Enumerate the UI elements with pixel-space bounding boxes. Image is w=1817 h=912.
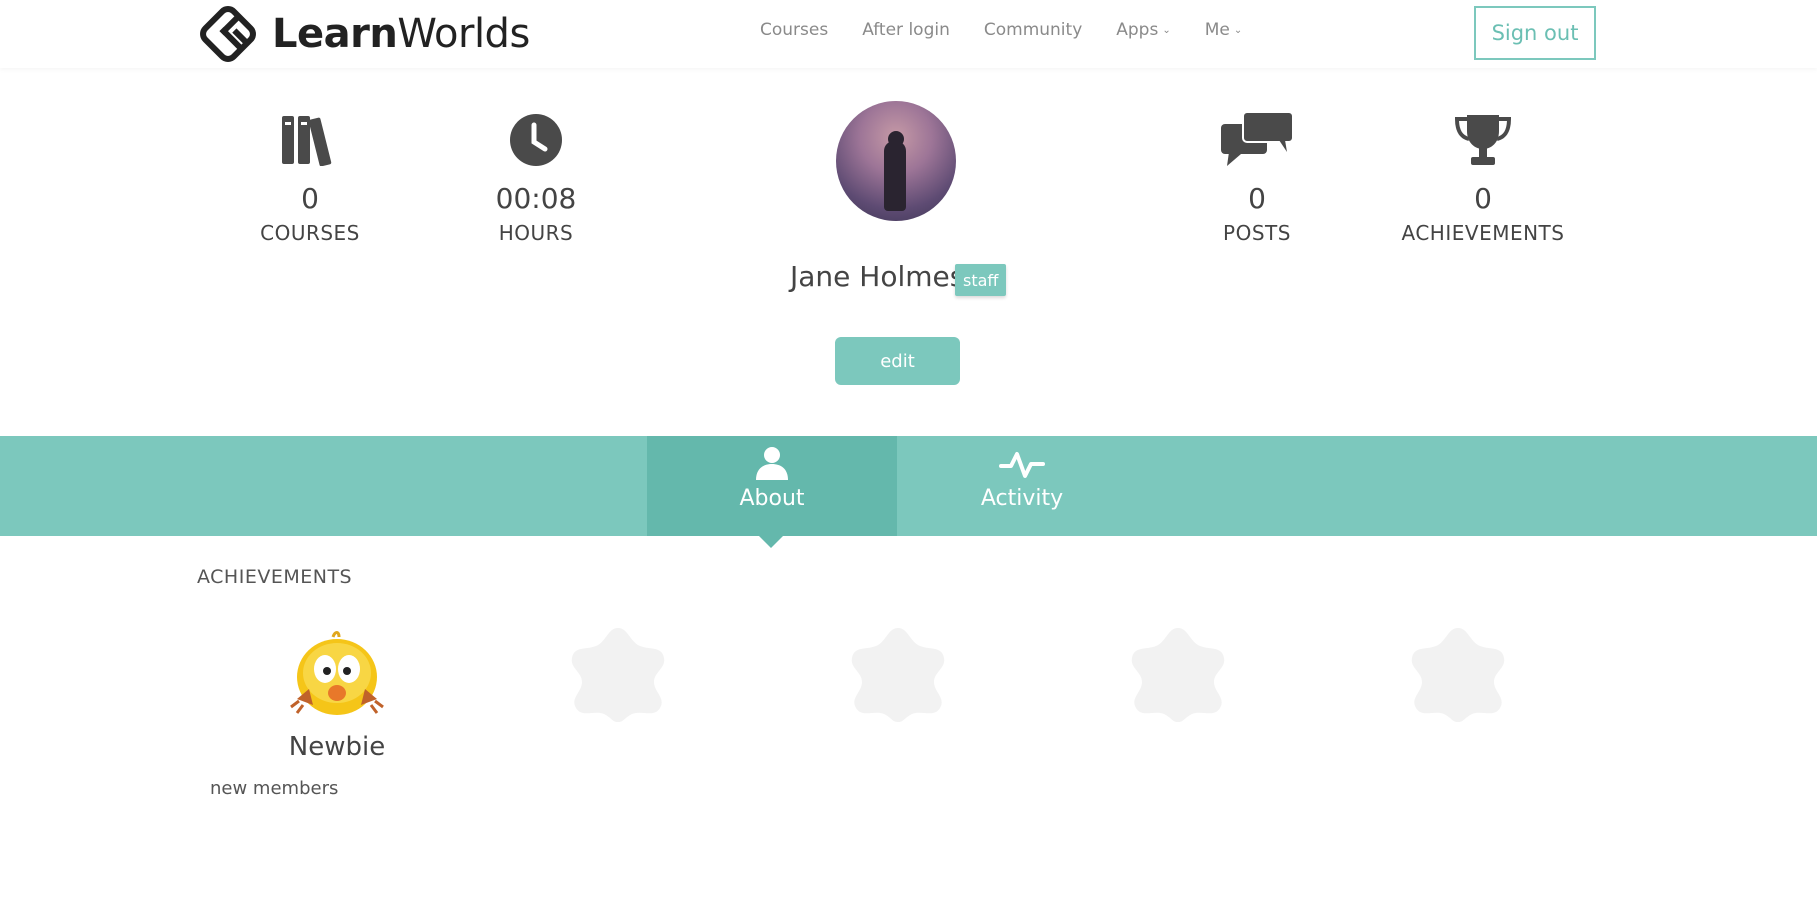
user-icon <box>647 436 897 480</box>
nav-apps[interactable]: Apps ⌄ <box>1116 20 1170 40</box>
locked-badge-icon <box>1411 628 1505 722</box>
achievement-badge-newbie[interactable] <box>287 624 387 724</box>
achievement-badge-locked[interactable] <box>1408 624 1508 724</box>
chat-bubbles-icon <box>1157 110 1357 170</box>
nav-courses[interactable]: Courses <box>760 20 828 40</box>
stat-hours: 00:08 HOURS <box>436 110 636 245</box>
main-nav: Courses After login Community Apps ⌄ Me ⌄ <box>760 20 1276 40</box>
trophy-icon <box>1383 110 1583 170</box>
logo-text: LearnWorlds <box>272 11 530 57</box>
nav-me[interactable]: Me ⌄ <box>1205 20 1243 40</box>
chevron-down-icon: ⌄ <box>1162 24 1171 36</box>
hours-label: HOURS <box>498 221 574 245</box>
hours-count: 00:08 <box>495 182 577 215</box>
achievements-section-title: ACHIEVEMENTS <box>197 566 353 588</box>
nav-community[interactable]: Community <box>984 20 1082 40</box>
tab-about-label: About <box>739 486 805 511</box>
profile-tabs: About Activity <box>0 436 1817 536</box>
stat-posts: 0 POSTS <box>1157 110 1357 245</box>
chick-icon <box>290 631 384 715</box>
tab-activity[interactable]: Activity <box>897 436 1147 536</box>
achievements-label: ACHIEVEMENTS <box>1401 221 1565 245</box>
stat-courses: 0 COURSES <box>210 110 410 245</box>
logo[interactable]: LearnWorlds <box>196 2 530 66</box>
chevron-down-icon: ⌄ <box>1233 24 1243 36</box>
nav-after-login[interactable]: After login <box>862 20 950 40</box>
avatar <box>836 101 956 221</box>
posts-count: 0 <box>1248 182 1266 215</box>
profile-name: Jane Holmes <box>790 260 965 293</box>
courses-label: COURSES <box>260 221 360 245</box>
achievement-badge-locked[interactable] <box>1128 624 1228 724</box>
achievement-badge-locked[interactable] <box>848 624 948 724</box>
locked-badge-icon <box>571 628 665 722</box>
achievement-name: Newbie <box>288 732 386 762</box>
edit-profile-button[interactable]: edit <box>835 337 960 385</box>
courses-count: 0 <box>301 182 319 215</box>
clock-icon <box>436 110 636 170</box>
posts-label: POSTS <box>1223 221 1291 245</box>
active-tab-pointer <box>759 536 783 548</box>
achievement-badge-locked[interactable] <box>568 624 668 724</box>
achievement-description: new members <box>210 778 339 799</box>
sign-out-button[interactable]: Sign out <box>1474 6 1596 60</box>
tab-activity-label: Activity <box>980 486 1064 511</box>
tab-about[interactable]: About <box>647 436 897 536</box>
activity-pulse-icon <box>897 436 1147 480</box>
role-badge: staff <box>955 264 1007 296</box>
top-navbar: LearnWorlds Courses After login Communit… <box>0 0 1817 68</box>
learnworlds-logo-icon <box>200 6 256 62</box>
locked-badge-icon <box>851 628 945 722</box>
achievements-count: 0 <box>1474 182 1492 215</box>
books-icon <box>210 110 410 170</box>
stat-achievements: 0 ACHIEVEMENTS <box>1383 110 1583 245</box>
locked-badge-icon <box>1131 628 1225 722</box>
